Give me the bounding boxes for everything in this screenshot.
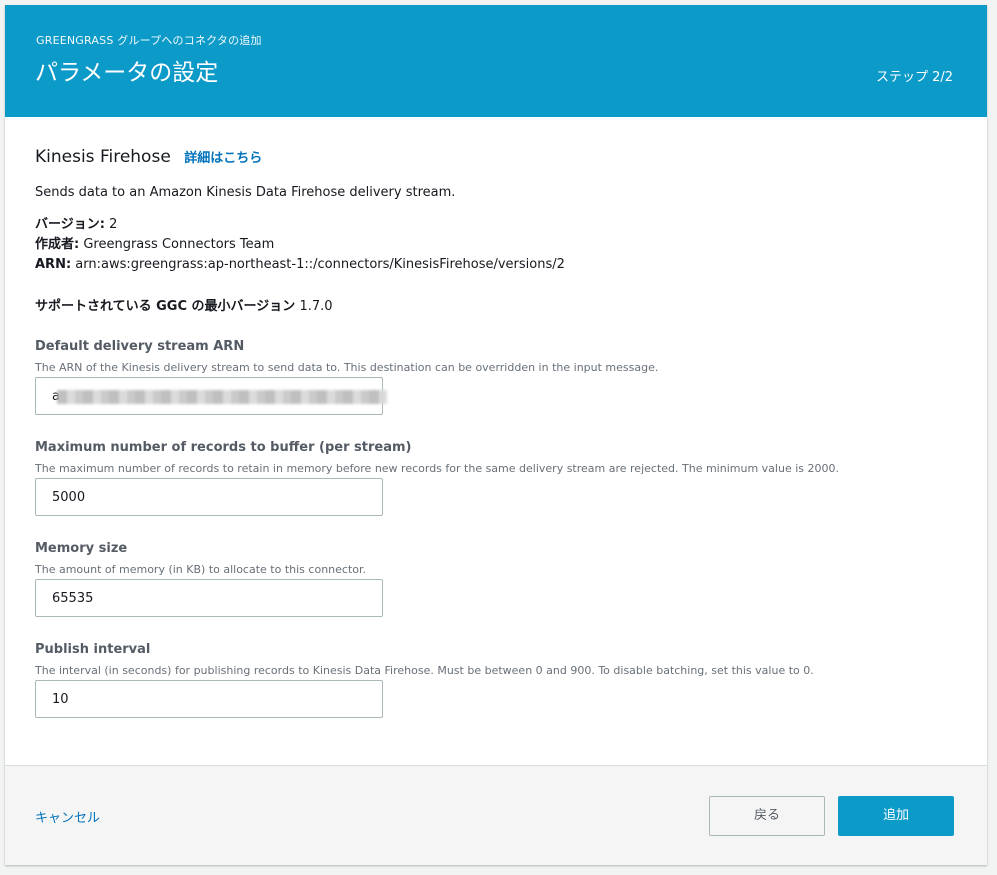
version-label: バージョン: xyxy=(35,217,105,232)
field-help: The ARN of the Kinesis delivery stream t… xyxy=(35,361,659,374)
wizard-panel: GREENGRASS グループへのコネクタの追加 パラメータの設定 ステップ 2… xyxy=(5,5,987,865)
field-delivery-stream-arn: Default delivery stream ARN The ARN of t… xyxy=(35,339,955,415)
redacted-value-blur xyxy=(57,390,387,404)
back-button[interactable]: 戻る xyxy=(709,796,825,836)
field-label: Default delivery stream ARN xyxy=(35,339,245,354)
arn-value: arn:aws:greengrass:ap-northeast-1::/conn… xyxy=(75,257,565,272)
wizard-header: GREENGRASS グループへのコネクタの追加 パラメータの設定 ステップ 2… xyxy=(5,5,987,117)
field-help: The maximum number of records to retain … xyxy=(35,462,839,475)
input-value: 5000 xyxy=(52,490,86,505)
arn-label: ARN: xyxy=(35,257,72,272)
min-ggc-value: 1.7.0 xyxy=(299,299,333,314)
field-max-records: Maximum number of records to buffer (per… xyxy=(35,440,955,516)
input-value: 10 xyxy=(52,692,69,707)
author-value: Greengrass Connectors Team xyxy=(83,237,275,252)
author-row: 作成者: Greengrass Connectors Team xyxy=(35,235,565,255)
field-label: Maximum number of records to buffer (per… xyxy=(35,440,412,455)
version-value: 2 xyxy=(109,217,118,232)
max-records-input[interactable]: 5000 xyxy=(35,478,383,516)
min-ggc-label: サポートされている GGC の最小バージョン xyxy=(35,299,296,314)
delivery-stream-arn-input[interactable]: a xyxy=(35,377,387,415)
field-memory-size: Memory size The amount of memory (in KB)… xyxy=(35,541,955,617)
cancel-link[interactable]: キャンセル xyxy=(35,807,100,826)
input-value: 65535 xyxy=(52,591,94,606)
wizard-eyebrow: GREENGRASS グループへのコネクタの追加 xyxy=(36,34,262,47)
wizard-footer: キャンセル 戻る 追加 xyxy=(5,766,987,865)
field-label: Memory size xyxy=(35,541,128,556)
field-help: The amount of memory (in KB) to allocate… xyxy=(35,563,366,576)
author-label: 作成者: xyxy=(35,237,80,252)
connector-details: Kinesis Firehose 詳細はこちら Sends data to an… xyxy=(35,147,955,718)
field-help: The interval (in seconds) for publishing… xyxy=(35,664,814,677)
connector-title: Kinesis Firehose 詳細はこちら xyxy=(35,147,955,169)
publish-interval-input[interactable]: 10 xyxy=(35,680,383,718)
page-title: パラメータの設定 xyxy=(35,60,219,86)
min-ggc-version: サポートされている GGC の最小バージョン 1.7.0 xyxy=(35,295,333,314)
version-row: バージョン: 2 xyxy=(35,215,565,235)
connector-meta: バージョン: 2 作成者: Greengrass Connectors Team… xyxy=(35,215,565,275)
add-button[interactable]: 追加 xyxy=(838,796,954,836)
connector-description: Sends data to an Amazon Kinesis Data Fir… xyxy=(35,185,456,200)
connector-name: Kinesis Firehose xyxy=(35,147,171,167)
step-indicator: ステップ 2/2 xyxy=(875,70,953,85)
memory-size-input[interactable]: 65535 xyxy=(35,579,383,617)
field-publish-interval: Publish interval The interval (in second… xyxy=(35,642,955,718)
learn-more-link[interactable]: 詳細はこちら xyxy=(184,151,262,166)
field-label: Publish interval xyxy=(35,642,151,657)
arn-row: ARN: arn:aws:greengrass:ap-northeast-1::… xyxy=(35,255,565,275)
